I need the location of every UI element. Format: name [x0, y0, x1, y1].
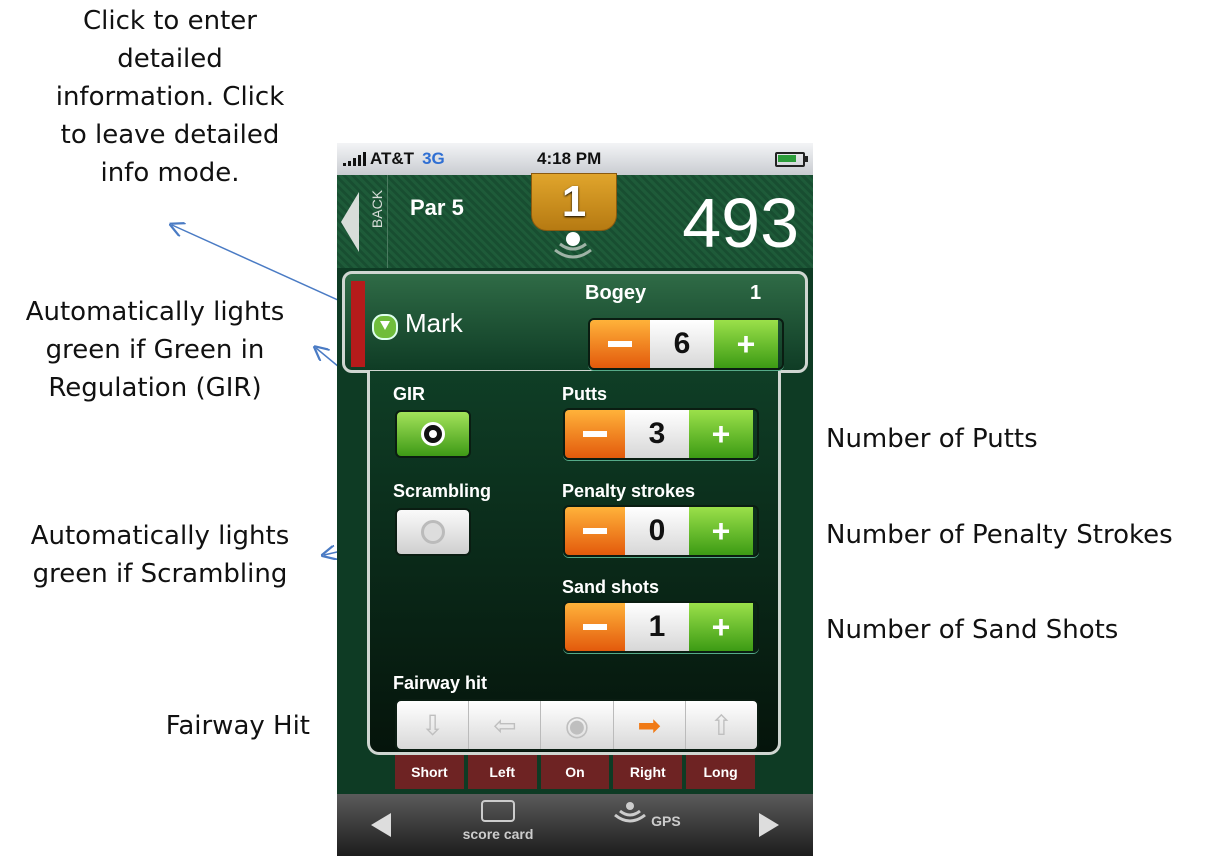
annotation-sand: Number of Sand Shots — [826, 615, 1119, 645]
annotation-line: Click to enter — [83, 6, 257, 36]
fairway-option-label: Long — [686, 755, 755, 789]
sand-label: Sand shots — [562, 577, 660, 597]
annotation-line: information. Click — [55, 82, 285, 112]
annotation-line: green if Scrambling — [32, 559, 288, 589]
sand-stepper: 1 + — [563, 601, 759, 653]
annotation-line: green if Green in — [45, 335, 265, 365]
putts-minus-button[interactable] — [565, 410, 625, 458]
player-name: Mark — [405, 308, 463, 338]
fairway-option-labels: Short Left On Right Long — [395, 755, 755, 789]
status-bar: AT&T 3G 4:18 PM — [337, 143, 813, 175]
signal-icon — [343, 152, 366, 166]
fairway-option-label: Left — [467, 755, 537, 789]
score-result: Bogey — [585, 282, 647, 304]
hole-number-badge: 1 — [531, 173, 617, 231]
penalty-stepper: 0 + — [563, 505, 759, 557]
previous-hole-button[interactable] — [371, 813, 391, 837]
annotation-line: Automatically lights — [25, 297, 285, 327]
back-label: BACK — [369, 189, 385, 229]
annotation-scrambling: Automatically lights green if Scrambling — [10, 517, 310, 593]
penalty-plus-button[interactable]: + — [689, 507, 753, 555]
gps-signal-icon — [554, 242, 592, 259]
yardage: 493 — [682, 184, 799, 262]
annotation-putts: Number of Putts — [826, 424, 1038, 454]
arrow-left-icon: ⇦ — [493, 708, 517, 742]
annotation-line: to leave detailed — [60, 120, 280, 150]
scorecard-button[interactable]: score card — [453, 800, 543, 842]
player-row[interactable]: Mark Bogey 1 6 + — [342, 271, 808, 373]
putts-plus-button[interactable]: + — [689, 410, 753, 458]
penalty-minus-button[interactable] — [565, 507, 625, 555]
phone-screen: AT&T 3G 4:18 PM BACK Par 5 1 493 Mark Bo… — [337, 143, 813, 856]
sand-value: 1 — [625, 603, 689, 651]
annotation-line: info mode. — [100, 158, 240, 188]
gir-toggle[interactable] — [395, 410, 471, 458]
back-button[interactable]: BACK — [337, 175, 388, 268]
scorecard-icon — [481, 800, 515, 822]
fairway-label: Fairway hit — [393, 673, 488, 693]
penalty-label: Penalty strokes — [562, 481, 696, 501]
annotation-penalty: Number of Penalty Strokes — [826, 520, 1173, 550]
score-result-count: 1 — [750, 282, 762, 304]
fairway-right-button[interactable]: ➡ — [614, 701, 686, 749]
fairway-left-button[interactable]: ⇦ — [469, 701, 542, 749]
strokes-plus-button[interactable]: + — [714, 320, 778, 368]
detail-toggle-icon[interactable] — [372, 314, 398, 340]
gir-indicator-icon — [421, 422, 445, 446]
annotation-line: Automatically lights — [30, 521, 290, 551]
sand-minus-button[interactable] — [565, 603, 625, 651]
annotation-fairway: Fairway Hit — [165, 711, 310, 741]
gps-label: GPS — [651, 813, 681, 829]
battery-icon — [775, 151, 808, 167]
annotation-detail-toggle: Click to enter detailed information. Cli… — [0, 2, 340, 192]
fairway-option-label: Short — [395, 755, 464, 789]
fairway-short-button[interactable]: ⇩ — [397, 701, 470, 749]
carrier-label: AT&T — [370, 149, 415, 168]
strokes-stepper: 6 + — [588, 318, 784, 370]
annotation-line: detailed — [117, 44, 223, 74]
fairway-option-label: Right — [613, 755, 683, 789]
scrambling-label: Scrambling — [393, 481, 492, 501]
target-icon: ◉ — [564, 708, 590, 742]
sand-plus-button[interactable]: + — [689, 603, 753, 651]
arrow-right-icon: ➡ — [637, 708, 661, 742]
fairway-long-button[interactable]: ⇧ — [686, 701, 757, 749]
fairway-selector: ⇩ ⇦ ◉ ➡ ⇧ — [395, 699, 759, 751]
gps-button[interactable]: GPS — [602, 800, 692, 829]
fairway-on-button[interactable]: ◉ — [541, 701, 614, 749]
scrambling-indicator-icon — [421, 520, 445, 544]
par-label: Par 5 — [410, 195, 464, 220]
arrow-up-icon: ⇧ — [709, 708, 734, 742]
back-arrow-icon — [341, 191, 359, 252]
putts-stepper: 3 + — [563, 408, 759, 460]
annotation-gir: Automatically lights green if Green in R… — [0, 293, 310, 407]
player-color-flag — [351, 281, 365, 367]
bottom-toolbar: score card GPS — [337, 794, 813, 856]
annotation-line: Regulation (GIR) — [48, 373, 262, 403]
putts-label: Putts — [562, 384, 607, 404]
network-label: 3G — [422, 149, 445, 168]
scrambling-toggle[interactable] — [395, 508, 471, 556]
hole-header: BACK Par 5 1 493 — [337, 173, 813, 268]
putts-value: 3 — [625, 410, 689, 458]
gir-label: GIR — [393, 384, 426, 404]
gps-icon — [614, 802, 647, 823]
scorecard-label: score card — [462, 826, 534, 842]
strokes-minus-button[interactable] — [590, 320, 650, 368]
next-hole-button[interactable] — [759, 813, 779, 837]
strokes-value: 6 — [650, 320, 714, 368]
penalty-value: 0 — [625, 507, 689, 555]
fairway-option-label: On — [540, 755, 610, 789]
arrow-down-icon: ⇩ — [420, 708, 445, 742]
clock: 4:18 PM — [537, 149, 602, 168]
hole-number: 1 — [561, 177, 587, 226]
